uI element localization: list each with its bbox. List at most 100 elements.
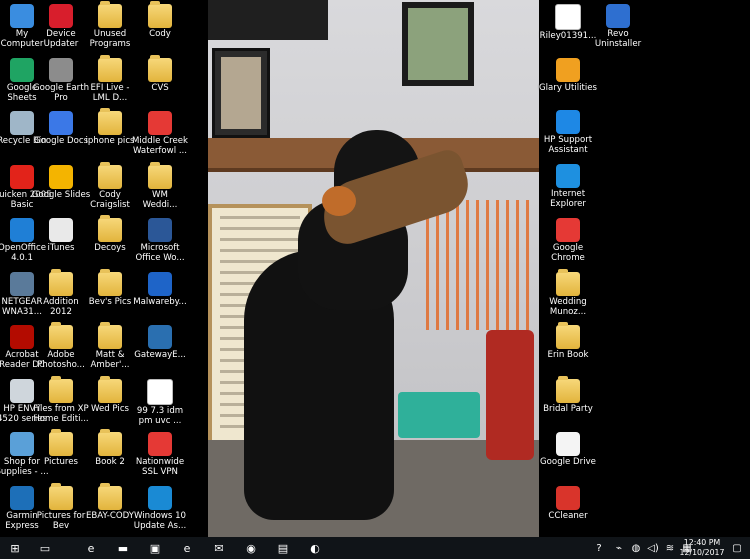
folder-icon [98,161,122,189]
task-view-button[interactable]: ▭ [30,537,60,559]
folder-icon [98,268,122,296]
desktop-icon-label: GatewayE... [134,350,186,360]
folder-icon [98,108,122,135]
folder-icon [49,268,73,296]
task-view-icon: ▭ [39,541,51,555]
desktop-icon[interactable]: Revo Uninstaller [585,2,651,49]
folder-icon [556,269,580,296]
desktop-icon[interactable]: Windows 10 Update As... [127,484,193,531]
desktop-icon-label: Windows 10 Update As... [133,510,187,531]
desktop-icon-label: Revo Uninstaller [594,29,642,49]
ccleaner-icon [556,486,580,510]
desktop-icon-label: Middle Creek Waterfowl ... [131,136,188,156]
wifi-tray-icon[interactable]: ≋ [662,537,678,559]
folder-icon [49,375,73,403]
document-icon [147,378,173,405]
file-explorer-button[interactable]: ▬ [108,537,138,559]
action-center-icon[interactable]: ▢ [728,537,746,559]
itunes-icon [49,218,73,242]
desktop-icon[interactable]: Erin Book [535,322,601,360]
remote-desktop-button[interactable]: ▤ [268,537,298,559]
folder-icon [148,1,172,28]
word-icon [148,218,172,242]
mail-button[interactable]: ✉ [204,537,234,559]
help-tray-icon[interactable]: ? [591,537,607,559]
chrome-icon [556,218,580,242]
edge-button[interactable]: e [76,537,106,559]
document-icon [555,4,581,30]
usb-tray-icon[interactable]: ⌁ [611,537,627,559]
taskbar-clock[interactable]: 12:40 PM 12/10/2017 [678,538,726,558]
desktop-icon-label: WM Weddi... [142,189,178,210]
mail-icon: ✉ [214,541,224,555]
desktop-icon[interactable]: 99 7.3 idm pm uvc ... [127,377,193,426]
google-slides-icon [49,164,73,189]
store-icon: ▣ [149,541,161,555]
clock-date: 12/10/2017 [679,548,725,557]
folder-icon [98,375,122,403]
desktop-icon[interactable]: WM Weddi... [127,161,193,210]
chrome-icon [148,111,172,135]
desktop-icon-label: HP Support Assistant [543,135,593,155]
device-updater-icon [49,4,73,28]
clock-time: 12:40 PM [683,538,721,547]
internet-explorer-button[interactable]: e [172,537,202,559]
google-drive-icon [556,432,580,456]
desktop-icon-label: Glary Utilities [538,83,597,93]
malwarebytes-icon [148,271,172,296]
network-tray-icon[interactable]: ◍ [628,537,644,559]
revo-uninstaller-icon [606,4,630,28]
desktop-icon[interactable]: Internet Explorer [535,162,601,209]
desktop-icon-label: Google Chrome [551,243,585,263]
desktop[interactable]: My Computer Device Updater Unused Programs… [0,0,750,537]
desktop-icon[interactable]: Google Chrome [535,216,601,263]
folder-icon [148,54,172,82]
google-earth-icon [49,57,73,82]
folder-icon [556,322,580,349]
store-button[interactable]: ▣ [140,537,170,559]
desktop-icon-label: CCleaner [548,511,588,521]
desktop-icon-label: Erin Book [547,350,589,360]
folder-icon [98,1,122,28]
folder-icon [98,322,122,349]
help-icon [556,110,580,134]
paint-icon: ◐ [310,541,320,555]
folder-icon [148,161,172,189]
folder-icon [98,429,122,456]
desktop-icon-label: Malwareby... [133,296,187,307]
desktop-icon[interactable]: HP Support Assistant [535,108,601,155]
chrome-icon [148,432,172,456]
volume-tray-icon[interactable]: ◁) [645,537,661,559]
desktop-icon-label: Bridal Party [543,404,593,414]
desktop-icon-label: Wedding Munoz... [549,297,587,317]
desktop-icon[interactable]: GatewayE... [127,323,193,360]
desktop-icon-label: Google Drive [540,457,596,467]
desktop-icon[interactable]: Nationwide SSL VPN [127,430,193,477]
desktop-icon[interactable]: Google Drive [535,430,601,467]
windows-icon [148,485,172,510]
folder-icon [98,482,122,510]
desktop-icon-label: Nationwide SSL VPN [135,457,185,477]
desktop-icon[interactable]: CCleaner [535,484,601,521]
desktop-icon[interactable]: Glary Utilities [535,56,601,93]
gateway-icon [148,325,172,349]
desktop-icon[interactable]: Cody [127,1,193,39]
paint-button[interactable]: ◐ [300,537,330,559]
desktop-icon[interactable]: Middle Creek Waterfowl ... [127,109,193,156]
desktop-icon[interactable]: Microsoft Office Wo... [127,216,193,263]
desktop-icon-label: CVS [151,82,169,93]
wallpaper-photo [208,0,539,537]
chrome-button[interactable]: ◉ [236,537,266,559]
google-docs-icon [49,111,73,135]
folder-icon [49,482,73,510]
desktop-icon[interactable]: CVS [127,54,193,93]
windows-logo-icon: ⊞ [10,541,20,555]
edge-icon: e [87,541,95,555]
desktop-icon[interactable]: Malwareby... [127,270,193,307]
start-button[interactable]: ⊞ [0,537,30,559]
glary-utilities-icon [556,58,580,82]
desktop-icon-label: Cody [149,29,171,39]
desktop-icon[interactable]: Bridal Party [535,376,601,414]
desktop-icon[interactable]: Wedding Munoz... [535,269,601,317]
internet-explorer-icon: e [183,541,191,555]
